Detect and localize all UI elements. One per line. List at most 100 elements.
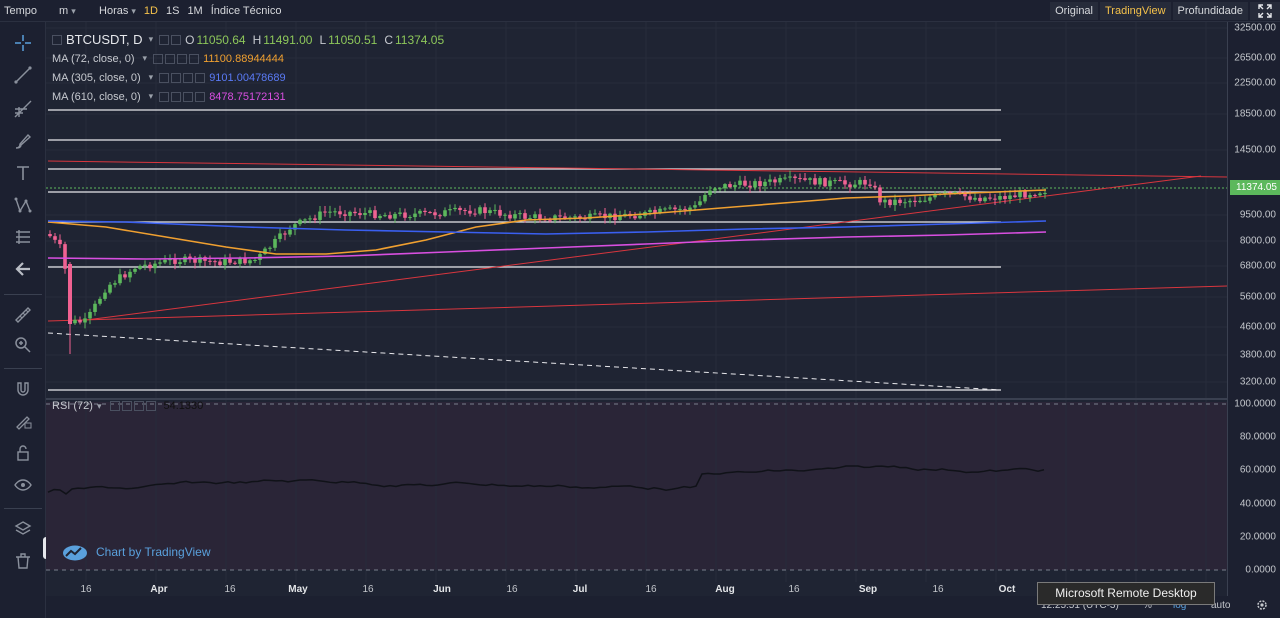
chevron-down-icon[interactable]: ▾ bbox=[149, 34, 154, 45]
candle-body bbox=[103, 292, 107, 299]
price-tick: 4600.00 bbox=[1239, 321, 1276, 333]
interval-1d-button[interactable]: 1D bbox=[140, 2, 162, 20]
chevron-down-icon[interactable]: ▾ bbox=[143, 53, 148, 64]
candle-body bbox=[53, 236, 57, 240]
brush-icon[interactable] bbox=[10, 130, 36, 152]
magnet-icon[interactable] bbox=[10, 378, 36, 400]
price-axis[interactable]: 32500.00 26500.00 22500.00 18500.00 14500.00… bbox=[1227, 22, 1280, 596]
candle-body bbox=[68, 264, 72, 324]
candle-body bbox=[363, 212, 367, 216]
chevron-down-icon[interactable]: ▾ bbox=[149, 72, 154, 83]
candle-body bbox=[713, 188, 717, 191]
candle-body bbox=[673, 207, 677, 210]
candle-body bbox=[318, 211, 322, 220]
prediction-icon[interactable] bbox=[10, 226, 36, 248]
fib-icon[interactable] bbox=[10, 98, 36, 120]
candle-body bbox=[408, 217, 412, 219]
candle-body bbox=[158, 262, 162, 264]
candle-body bbox=[788, 176, 792, 178]
eye-icon[interactable] bbox=[10, 474, 36, 496]
candle-body bbox=[208, 260, 212, 262]
chart-area[interactable] bbox=[46, 22, 1227, 596]
candle-body bbox=[868, 184, 872, 186]
candle-body bbox=[813, 178, 817, 185]
chevron-down-icon[interactable]: ▾ bbox=[149, 91, 154, 102]
candle-body bbox=[473, 213, 477, 215]
candle-body bbox=[648, 209, 652, 213]
ma610-controls[interactable] bbox=[159, 91, 206, 102]
candle-body bbox=[858, 179, 862, 185]
candle-body bbox=[668, 207, 672, 209]
symbol-title[interactable]: BTCUSDT, D bbox=[66, 32, 143, 47]
price-chart[interactable] bbox=[46, 22, 1227, 596]
candle-body bbox=[923, 200, 927, 202]
candle-body bbox=[678, 208, 682, 210]
ma72-controls[interactable] bbox=[153, 53, 200, 64]
candle-body bbox=[118, 274, 122, 284]
rsi-controls[interactable] bbox=[109, 401, 156, 411]
candle-body bbox=[783, 177, 787, 179]
candle-body bbox=[928, 197, 932, 201]
interval-1s-button[interactable]: 1S bbox=[162, 2, 183, 20]
ma72-label[interactable]: MA (72, close, 0) bbox=[52, 53, 135, 65]
candle-body bbox=[288, 229, 292, 235]
candle-body bbox=[863, 179, 867, 185]
back-arrow-icon[interactable] bbox=[10, 258, 36, 280]
ma305-label[interactable]: MA (305, close, 0) bbox=[52, 72, 141, 84]
view-tradingview-button[interactable]: TradingView bbox=[1100, 2, 1171, 20]
candle-body bbox=[218, 261, 222, 266]
pattern-icon[interactable] bbox=[10, 194, 36, 216]
rsi-label[interactable]: RSI (72) bbox=[52, 400, 93, 412]
technical-index-button[interactable]: Índice Técnico bbox=[207, 2, 286, 20]
candle-body bbox=[558, 215, 562, 217]
chevron-down-icon[interactable]: ▾ bbox=[97, 401, 102, 412]
layers-icon[interactable] bbox=[10, 518, 36, 540]
minutes-dropdown[interactable]: m bbox=[55, 2, 91, 20]
tradingview-watermark[interactable]: Chart by TradingView bbox=[62, 543, 211, 561]
candle-body bbox=[838, 180, 842, 182]
price-tick: 32500.00 bbox=[1234, 22, 1276, 34]
ma305-controls[interactable] bbox=[159, 72, 206, 83]
zoom-icon[interactable] bbox=[10, 334, 36, 356]
interval-1m-button[interactable]: 1M bbox=[183, 2, 206, 20]
open-label: O bbox=[185, 32, 195, 47]
hours-dropdown[interactable]: Horas bbox=[95, 2, 140, 20]
date-label: 16 bbox=[80, 584, 92, 595]
lock-icon[interactable] bbox=[10, 442, 36, 464]
candle-body bbox=[388, 215, 392, 219]
candle-body bbox=[998, 196, 1002, 200]
candle-body bbox=[83, 318, 87, 323]
candle-body bbox=[898, 199, 902, 203]
candle-body bbox=[123, 274, 127, 278]
candle-body bbox=[573, 216, 577, 218]
candle-body bbox=[828, 180, 832, 187]
candle-body bbox=[728, 184, 732, 188]
lock-drawing-icon[interactable] bbox=[10, 410, 36, 432]
date-label: Oct bbox=[998, 584, 1016, 595]
date-label: Apr bbox=[150, 584, 168, 595]
candle-body bbox=[448, 209, 452, 211]
view-depth-button[interactable]: Profundidade bbox=[1172, 2, 1248, 20]
fullscreen-icon[interactable] bbox=[1250, 2, 1280, 20]
trend-line-icon[interactable] bbox=[10, 64, 36, 86]
candle-body bbox=[533, 214, 537, 218]
candle-body bbox=[283, 233, 287, 235]
ma610-value: 8478.75172131 bbox=[209, 90, 286, 103]
candle-body bbox=[1003, 196, 1007, 200]
candle-body bbox=[523, 213, 527, 219]
candle-body bbox=[683, 208, 687, 210]
crosshair-icon[interactable] bbox=[10, 32, 36, 54]
view-original-button[interactable]: Original bbox=[1050, 2, 1098, 20]
date-label: 16 bbox=[506, 584, 518, 595]
candle-body bbox=[323, 211, 327, 213]
ruler-icon[interactable] bbox=[10, 304, 36, 326]
ma610-label[interactable]: MA (610, close, 0) bbox=[52, 91, 141, 103]
trash-icon[interactable] bbox=[10, 550, 36, 572]
drawing-toolbar bbox=[0, 22, 46, 618]
candle-body bbox=[428, 212, 432, 214]
settings-gear-icon[interactable] bbox=[1255, 598, 1269, 615]
symbol-controls[interactable] bbox=[159, 34, 182, 45]
candle-body bbox=[498, 209, 502, 216]
candle-body bbox=[488, 210, 492, 214]
text-icon[interactable] bbox=[10, 162, 36, 184]
